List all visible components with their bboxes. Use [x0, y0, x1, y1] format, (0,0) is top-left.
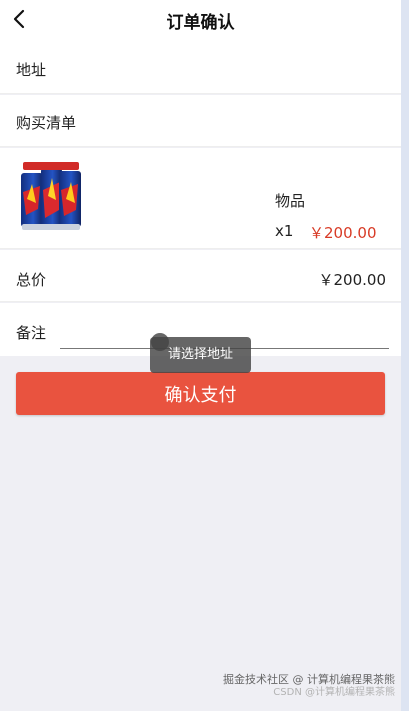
- product-can-image: [20, 160, 82, 234]
- top-navigation: 订单确认: [0, 0, 401, 42]
- page-right-edge: [401, 0, 409, 711]
- total-price-row: 总价 ￥200.00: [0, 250, 401, 302]
- address-row[interactable]: 地址: [0, 42, 401, 94]
- shopping-list-label: 购买清单: [16, 114, 77, 132]
- shopping-list-row: 购买清单: [0, 95, 401, 147]
- remark-label: 备注: [16, 324, 47, 342]
- watermark-line-1: 掘金技术社区 @ 计算机编程果茶熊: [223, 673, 395, 686]
- address-divider: [0, 93, 401, 94]
- product-name: 物品: [275, 192, 306, 210]
- page-title: 订单确认: [166, 13, 235, 33]
- product-quantity: x1: [275, 222, 294, 240]
- total-divider: [0, 301, 401, 302]
- total-price-label: 总价: [16, 271, 47, 289]
- toast-message: 请选择地址: [150, 337, 251, 373]
- total-price-value: ￥200.00: [318, 271, 387, 289]
- address-label: 地址: [16, 61, 47, 79]
- shopping-list-divider: [0, 146, 401, 147]
- confirm-payment-button[interactable]: 确认支付: [16, 372, 385, 415]
- product-item: 物品 x1 ￥200.00: [0, 148, 401, 249]
- watermark: 掘金技术社区 @ 计算机编程果茶熊 CSDN @计算机编程果茶熊: [223, 673, 395, 699]
- product-price: ￥200.00: [309, 224, 377, 242]
- watermark-line-2: CSDN @计算机编程果茶熊: [273, 687, 395, 698]
- product-divider: [0, 248, 401, 249]
